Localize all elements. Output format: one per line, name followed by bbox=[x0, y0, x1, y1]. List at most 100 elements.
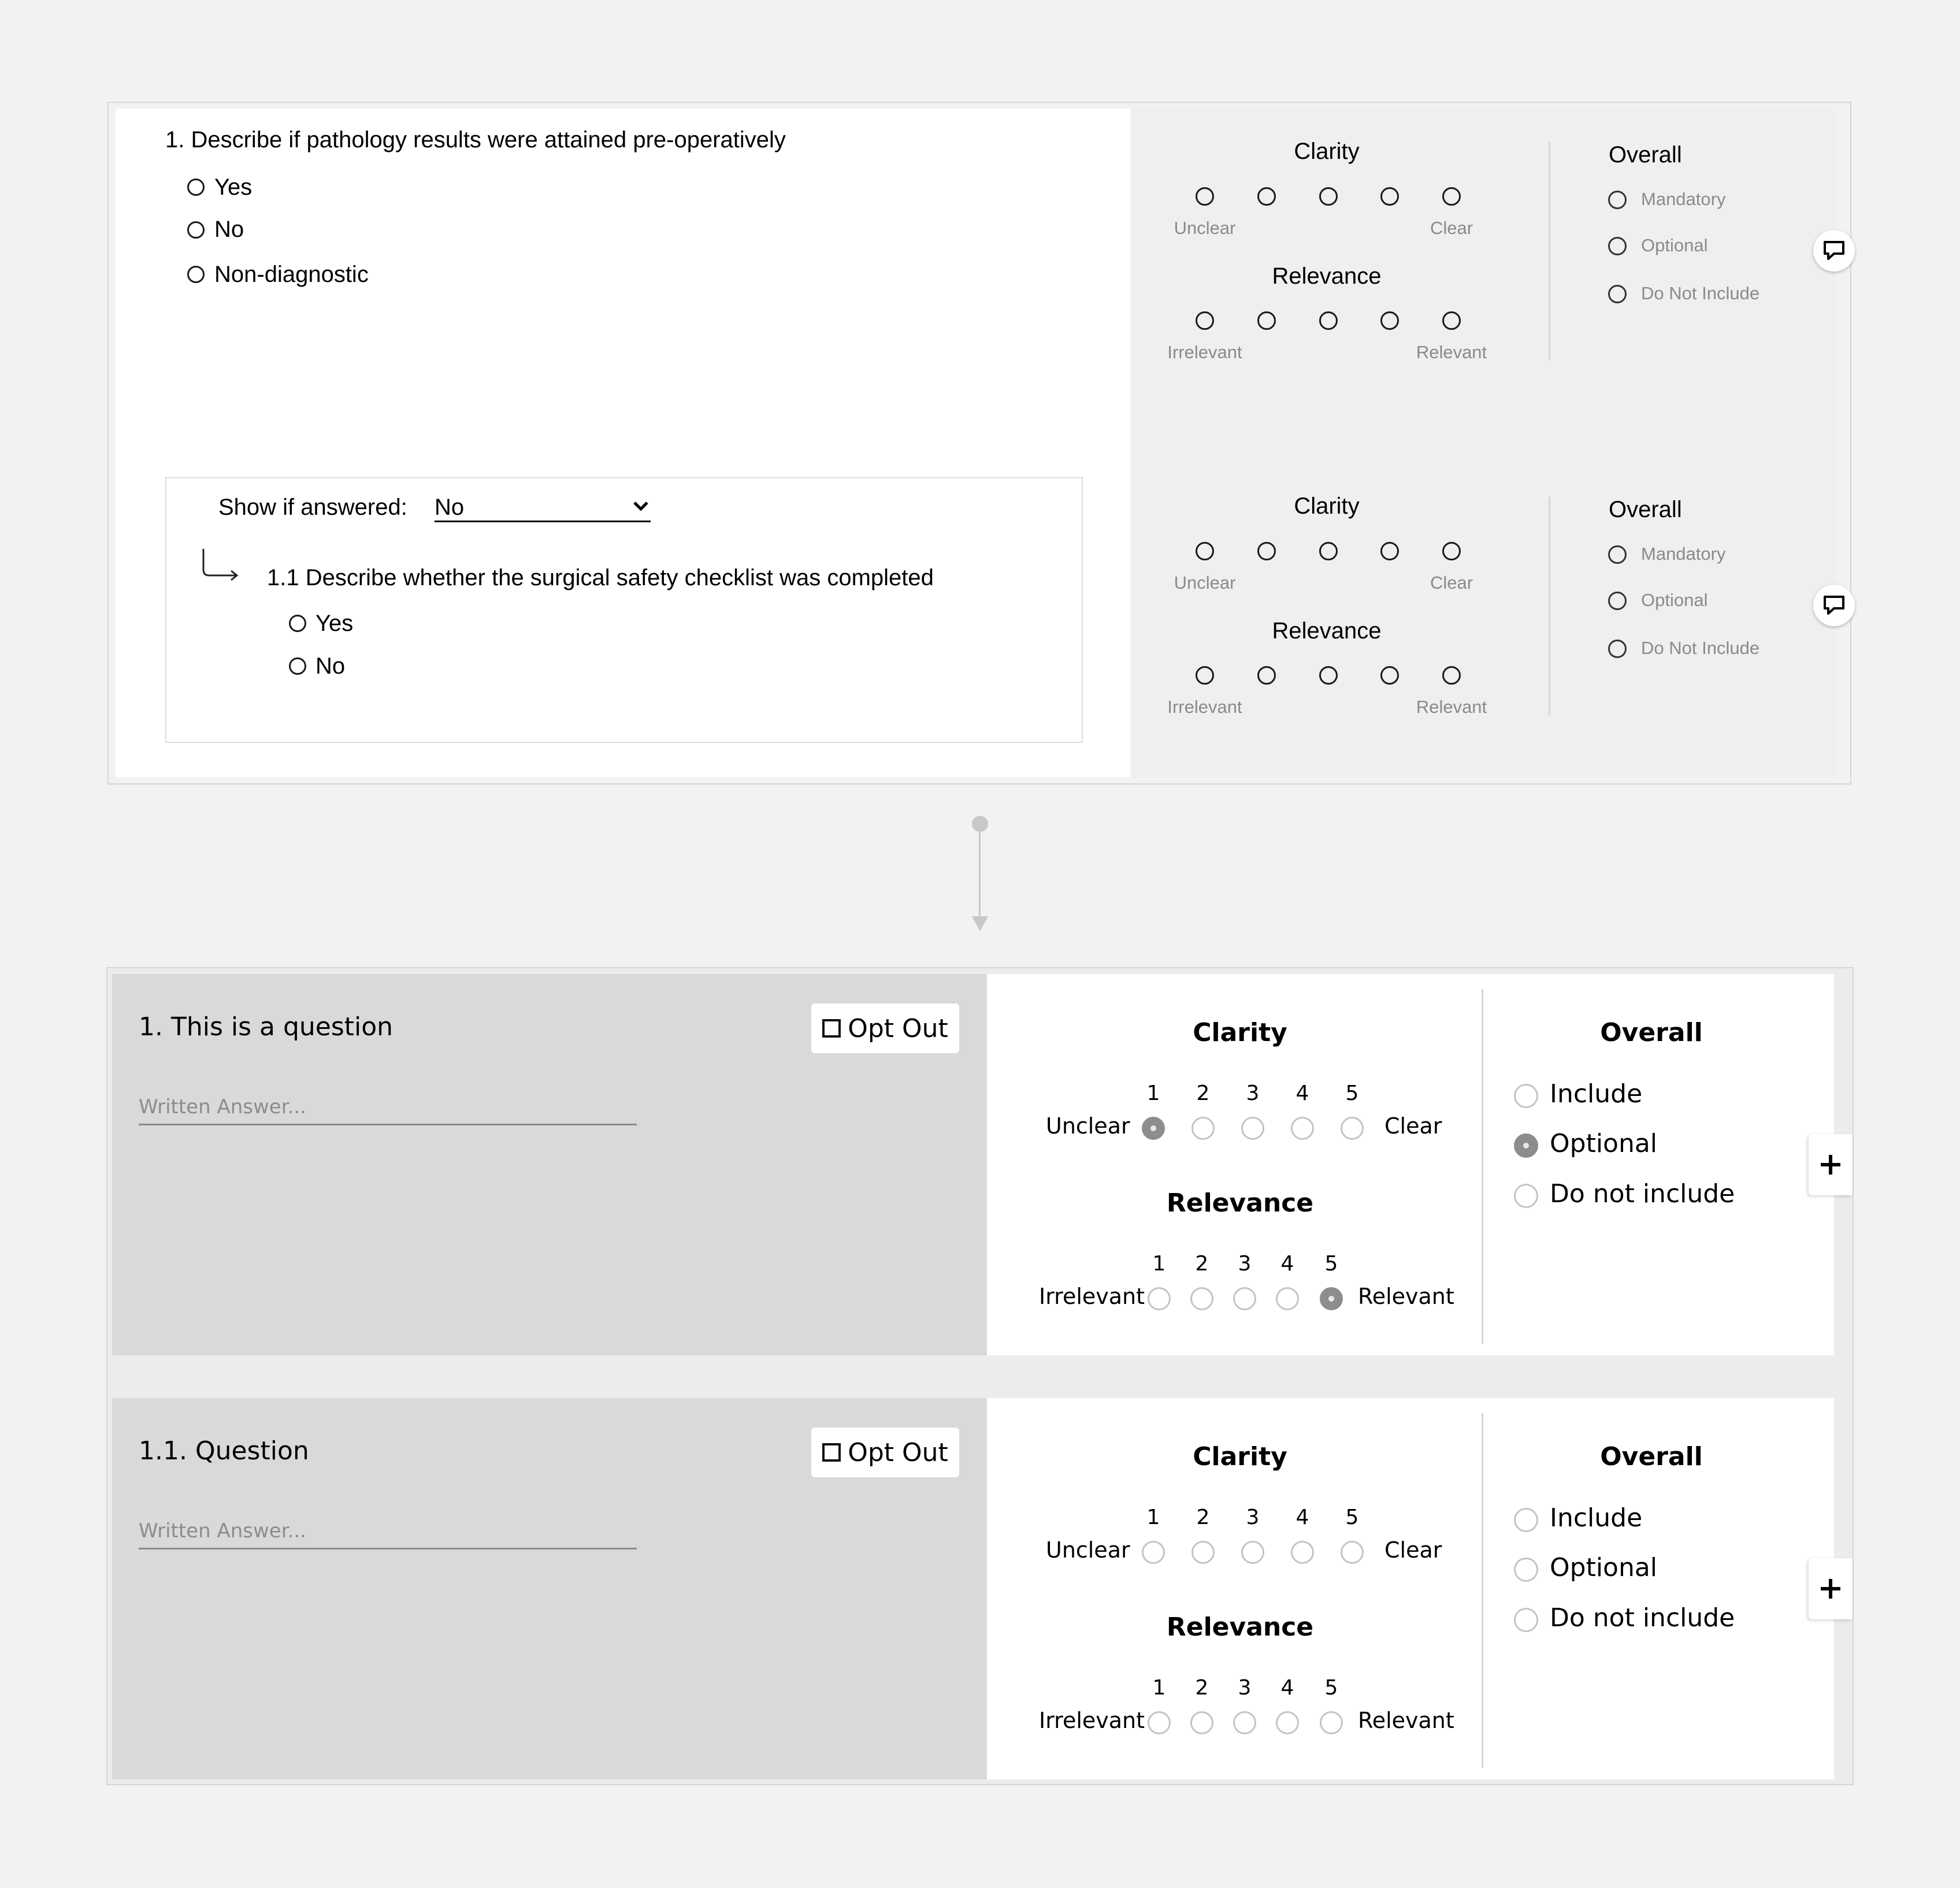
mockup-overall-option-label: Mandatory bbox=[1641, 189, 1726, 209]
mockup-relevance-radio-4[interactable] bbox=[1380, 666, 1399, 685]
design-clarity-high-label: Clear bbox=[1384, 1537, 1442, 1563]
design-overall-radio-optional[interactable] bbox=[1514, 1133, 1538, 1158]
mockup-clarity-radio-4[interactable] bbox=[1380, 542, 1399, 560]
mockup-clarity-radio-2[interactable] bbox=[1257, 542, 1276, 560]
design-relevance-radio-2[interactable] bbox=[1190, 1711, 1213, 1734]
mockup-relevance-radio-3[interactable] bbox=[1319, 666, 1338, 685]
mockup-relevance-title: Relevance bbox=[1272, 618, 1382, 644]
checkbox-icon bbox=[822, 1443, 841, 1462]
design-relevance-radio-4[interactable] bbox=[1276, 1287, 1299, 1310]
mockup-divider bbox=[1549, 497, 1550, 715]
design-clarity-radio-2[interactable] bbox=[1191, 1117, 1215, 1140]
scale-number: 4 bbox=[1280, 1676, 1294, 1700]
comment-button[interactable] bbox=[1813, 585, 1855, 626]
mockup-q1-1-option-label: Yes bbox=[315, 611, 354, 636]
design-clarity-radio-5[interactable] bbox=[1341, 1541, 1364, 1564]
mockup-overall-radio-optional[interactable] bbox=[1608, 592, 1627, 610]
design-overall-radio-do-not-include[interactable] bbox=[1514, 1608, 1538, 1632]
opt-out-button[interactable]: Opt Out bbox=[811, 1004, 959, 1053]
design-overall-option-label: Include bbox=[1550, 1503, 1643, 1533]
mockup-clarity-radio-5[interactable] bbox=[1442, 187, 1461, 206]
written-answer-input[interactable]: Written Answer... bbox=[139, 1519, 637, 1549]
mockup-relevance-radio-5[interactable] bbox=[1442, 666, 1461, 685]
mockup-q1-1-radio-yes[interactable] bbox=[289, 615, 306, 632]
mockup-overall-radio-do-not-include[interactable] bbox=[1608, 640, 1627, 658]
design-clarity-radio-4[interactable] bbox=[1291, 1541, 1314, 1564]
mockup-relevance-radio-5[interactable] bbox=[1442, 311, 1461, 330]
mockup-clarity-title: Clarity bbox=[1294, 493, 1360, 519]
design-clarity-radio-5[interactable] bbox=[1341, 1117, 1364, 1140]
scale-number: 5 bbox=[1324, 1676, 1338, 1700]
opt-out-button[interactable]: Opt Out bbox=[811, 1428, 959, 1477]
mockup-relevance-radio-4[interactable] bbox=[1380, 311, 1399, 330]
design-clarity-radio-3[interactable] bbox=[1241, 1117, 1264, 1140]
design-overall-radio-do-not-include[interactable] bbox=[1514, 1184, 1538, 1208]
show-if-label: Show if answered: bbox=[218, 495, 407, 520]
design-relevance-radio-5[interactable] bbox=[1320, 1287, 1343, 1310]
design-relevance-radio-3[interactable] bbox=[1233, 1711, 1256, 1734]
mockup-overall-option-label: Mandatory bbox=[1641, 544, 1726, 564]
design-clarity-radio-3[interactable] bbox=[1241, 1541, 1264, 1564]
mockup-clarity-radio-3[interactable] bbox=[1319, 187, 1338, 206]
mockup-relevance-high-label: Relevant bbox=[1416, 697, 1487, 717]
mockup-clarity-radio-5[interactable] bbox=[1442, 542, 1461, 560]
mockup-q1-1-radio-no[interactable] bbox=[289, 657, 306, 675]
scale-number: 5 bbox=[1324, 1252, 1338, 1276]
mockup-q1-radio-nondiagnostic[interactable] bbox=[187, 266, 205, 283]
written-answer-input[interactable]: Written Answer... bbox=[139, 1095, 637, 1125]
show-if-selected-value: No bbox=[435, 495, 465, 520]
design-relevance-radio-1[interactable] bbox=[1148, 1287, 1171, 1310]
mockup-overall-radio-do-not-include[interactable] bbox=[1608, 285, 1627, 303]
mockup-clarity-radio-4[interactable] bbox=[1380, 187, 1399, 206]
checkbox-icon bbox=[822, 1019, 841, 1038]
design-overall-option-label: Include bbox=[1550, 1079, 1643, 1109]
scale-number: 4 bbox=[1295, 1081, 1309, 1105]
mockup-overall-option-label: Do Not Include bbox=[1641, 283, 1760, 303]
mockup-q1-radio-yes[interactable] bbox=[187, 179, 205, 196]
mockup-clarity-radio-1[interactable] bbox=[1196, 187, 1214, 206]
mockup-overall-radio-mandatory[interactable] bbox=[1608, 545, 1627, 564]
mockup-rating-panel bbox=[1133, 109, 1835, 777]
mockup-clarity-high-label: Clear bbox=[1430, 573, 1473, 593]
design-clarity-radio-4[interactable] bbox=[1291, 1117, 1314, 1140]
comment-button[interactable] bbox=[1813, 230, 1855, 272]
design-clarity-radio-1[interactable] bbox=[1142, 1541, 1165, 1564]
design-relevance-radio-4[interactable] bbox=[1276, 1711, 1299, 1734]
design-relevance-radio-5[interactable] bbox=[1320, 1711, 1343, 1734]
design-overall-radio-include[interactable] bbox=[1514, 1508, 1538, 1532]
design-question-text: 1. This is a question bbox=[139, 1012, 394, 1042]
design-relevance-radio-3[interactable] bbox=[1233, 1287, 1256, 1310]
mockup-clarity-radio-3[interactable] bbox=[1319, 542, 1338, 560]
show-if-dropdown[interactable]: No bbox=[435, 495, 651, 522]
mockup-clarity-low-label: Unclear bbox=[1174, 218, 1236, 238]
scale-number: 4 bbox=[1295, 1506, 1309, 1529]
mockup-relevance-radio-2[interactable] bbox=[1257, 666, 1276, 685]
mockup-relevance-radio-1[interactable] bbox=[1196, 311, 1214, 330]
mockup-clarity-title: Clarity bbox=[1294, 139, 1360, 164]
add-comment-button[interactable] bbox=[1809, 1558, 1853, 1619]
design-clarity-radio-2[interactable] bbox=[1191, 1541, 1215, 1564]
scale-number: 1 bbox=[1146, 1506, 1160, 1529]
mockup-overall-radio-optional[interactable] bbox=[1608, 237, 1627, 255]
mockup-clarity-radio-1[interactable] bbox=[1196, 542, 1214, 560]
plus-icon bbox=[1821, 1155, 1840, 1175]
design-relevance-low-label: Irrelevant bbox=[1039, 1284, 1145, 1309]
mockup-relevance-radio-1[interactable] bbox=[1196, 666, 1214, 685]
design-overall-option-label: Optional bbox=[1550, 1129, 1658, 1158]
design-overall-radio-optional[interactable] bbox=[1514, 1558, 1538, 1582]
mockup-relevance-radio-3[interactable] bbox=[1319, 311, 1338, 330]
plus-icon bbox=[1821, 1579, 1840, 1599]
mockup-question-1-text: 1. Describe if pathology results were at… bbox=[165, 127, 786, 153]
design-relevance-high-label: Relevant bbox=[1358, 1708, 1454, 1733]
add-comment-button[interactable] bbox=[1809, 1134, 1853, 1195]
mockup-clarity-radio-2[interactable] bbox=[1257, 187, 1276, 206]
mockup-q1-radio-no[interactable] bbox=[187, 221, 205, 239]
design-overall-radio-include[interactable] bbox=[1514, 1084, 1538, 1108]
design-clarity-radio-1[interactable] bbox=[1142, 1117, 1165, 1140]
design-overall-option-label: Do not include bbox=[1550, 1603, 1735, 1633]
design-relevance-radio-2[interactable] bbox=[1190, 1287, 1213, 1310]
mockup-relevance-radio-2[interactable] bbox=[1257, 311, 1276, 330]
design-relevance-radio-1[interactable] bbox=[1148, 1711, 1171, 1734]
mockup-overall-radio-mandatory[interactable] bbox=[1608, 191, 1627, 209]
mockup-divider bbox=[1549, 142, 1550, 360]
